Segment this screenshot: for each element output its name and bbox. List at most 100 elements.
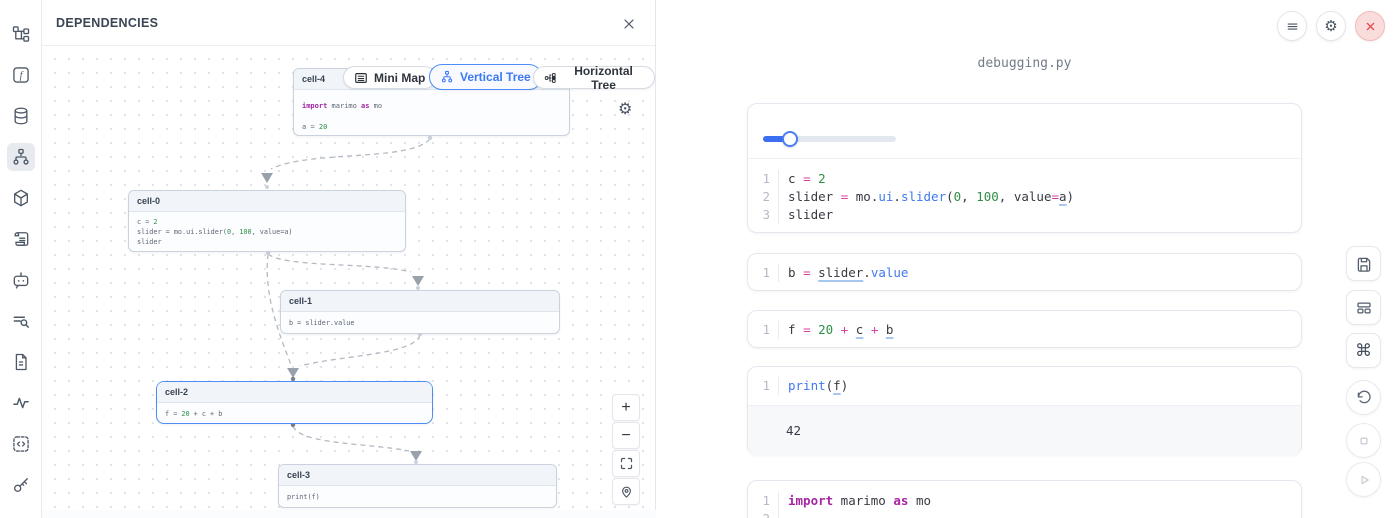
- notebook-filename[interactable]: debugging.py: [747, 56, 1302, 71]
- node-code-line: print(f): [287, 491, 548, 503]
- node-code-line: f = 20 + c + b: [165, 408, 424, 420]
- run-all-button[interactable]: [1346, 462, 1381, 497]
- layout-panels-icon: [1355, 299, 1373, 317]
- sidebar-item-tracing[interactable]: [7, 389, 35, 417]
- line-number: 1: [748, 170, 778, 188]
- notebook-cell: 1print(f) 42: [747, 366, 1302, 455]
- graph-node-cell-0[interactable]: cell-0 c = 2 slider = mo.ui.slider(0, 10…: [128, 190, 406, 252]
- shutdown-button[interactable]: [1355, 11, 1385, 41]
- sidebar-item-scratchpad[interactable]: [7, 512, 35, 518]
- sidebar-item-file-explorer[interactable]: [7, 20, 35, 48]
- notebook-settings-button[interactable]: ⚙: [1316, 11, 1346, 41]
- graph-node-cell-2-selected[interactable]: cell-2 f = 20 + c + b: [156, 381, 433, 424]
- marimo-app: f: [0, 0, 1400, 518]
- sidebar-item-documentation[interactable]: [7, 225, 35, 253]
- notebook-cell: 1import marimo as mo 2: [747, 480, 1302, 518]
- line-number: 1: [748, 264, 778, 282]
- code-line[interactable]: import marimo as mo: [778, 492, 1301, 510]
- notebook-cell: 1c = 2 2slider = mo.ui.slider(0, 100, va…: [747, 103, 1302, 233]
- horizontal-tree-button[interactable]: Horizontal Tree: [533, 66, 655, 89]
- cell-output-area: [748, 104, 1301, 158]
- list-search-icon: [11, 311, 31, 331]
- horizontal-tree-label: Horizontal Tree: [563, 64, 644, 92]
- function-icon: f: [11, 65, 31, 85]
- fit-view-button[interactable]: [612, 450, 640, 477]
- vertical-tree-label: Vertical Tree: [460, 70, 531, 84]
- hamburger-menu-icon: [1285, 19, 1300, 34]
- line-number: 3: [748, 206, 778, 224]
- code-line[interactable]: f = 20 + c + b: [778, 321, 1301, 339]
- cell-console-output: 42: [748, 405, 1301, 455]
- save-button[interactable]: [1346, 246, 1381, 281]
- code-line[interactable]: print(f): [778, 377, 1301, 395]
- graph-node-cell-3[interactable]: cell-3 print(f): [278, 464, 557, 508]
- activity-pulse-icon: [11, 393, 31, 413]
- mini-map-button[interactable]: Mini Map: [343, 66, 436, 89]
- map-pin-icon: [619, 484, 634, 499]
- zoom-out-button[interactable]: −: [612, 422, 640, 449]
- sidebar-item-files[interactable]: [7, 348, 35, 376]
- chat-bot-icon: [11, 270, 31, 290]
- vertical-tree-icon: [440, 70, 454, 84]
- sidebar-item-secrets[interactable]: [7, 471, 35, 499]
- code-line[interactable]: b = slider.value: [778, 264, 1301, 282]
- sidebar-item-chat[interactable]: [7, 266, 35, 294]
- slider-handle[interactable]: [782, 131, 798, 147]
- line-number: 2: [748, 510, 778, 518]
- sidebar-item-functions[interactable]: f: [7, 61, 35, 89]
- sidebar-item-dependencies[interactable]: [7, 143, 35, 171]
- keyboard-shortcuts-button[interactable]: ⌘: [1346, 333, 1381, 368]
- sidebar-item-packages[interactable]: [7, 184, 35, 212]
- zoom-in-button[interactable]: +: [612, 394, 640, 421]
- mini-map-icon: [354, 71, 368, 85]
- graph-settings-gear-icon[interactable]: ⚙: [618, 102, 632, 118]
- layout-select-button[interactable]: [1346, 290, 1381, 325]
- code-editor: 1c = 2 2slider = mo.ui.slider(0, 100, va…: [748, 158, 1301, 234]
- lock-viewport-button[interactable]: [612, 478, 640, 505]
- close-panel-button[interactable]: [619, 14, 639, 34]
- code-line[interactable]: slider = mo.ui.slider(0, 100, value=a): [778, 188, 1301, 206]
- node-title: cell-1: [281, 291, 559, 312]
- sidebar-item-logs[interactable]: [7, 307, 35, 335]
- gear-icon: ⚙: [1324, 19, 1337, 34]
- minus-icon: −: [621, 427, 630, 445]
- dependency-graph-canvas[interactable]: cell-4 import marimo as mo a = 20 cell-0…: [42, 46, 655, 510]
- node-code-line: import marimo as mo: [302, 96, 561, 117]
- notebook-cell: 1f = 20 + c + b: [747, 310, 1302, 348]
- sidebar: f: [0, 0, 42, 518]
- code-editor: 1f = 20 + c + b: [748, 311, 1301, 349]
- sidebar-item-snippets[interactable]: [7, 430, 35, 458]
- code-line[interactable]: slider: [778, 206, 1301, 224]
- dependencies-panel-header: DEPENDENCIES: [42, 0, 655, 46]
- slider-widget[interactable]: [763, 131, 896, 147]
- code-line[interactable]: c = 2: [778, 170, 1301, 188]
- undo-button[interactable]: [1346, 380, 1381, 415]
- panel-title: DEPENDENCIES: [56, 16, 158, 30]
- interrupt-button[interactable]: [1346, 423, 1381, 458]
- line-number: 2: [748, 188, 778, 206]
- panel-bottom-strip: [0, 510, 656, 518]
- file-tree-icon: [11, 24, 31, 44]
- line-number: 1: [748, 321, 778, 339]
- graph-node-cell-1[interactable]: cell-1 b = slider.value: [280, 290, 560, 334]
- line-number: 1: [748, 492, 778, 510]
- sidebar-item-datasources[interactable]: [7, 102, 35, 130]
- stop-square-icon: [1355, 432, 1373, 450]
- dependency-graph-icon: [11, 147, 31, 167]
- node-title: cell-0: [129, 191, 405, 212]
- node-code-line: b = slider.value: [289, 317, 551, 329]
- vertical-tree-button[interactable]: Vertical Tree: [429, 64, 542, 90]
- mini-map-label: Mini Map: [374, 71, 425, 85]
- code-editor: 1print(f): [748, 367, 1301, 405]
- undo-arrow-icon: [1355, 389, 1373, 407]
- scroll-icon: [11, 229, 31, 249]
- node-title: cell-2: [157, 382, 432, 403]
- notebook-menu-button[interactable]: [1277, 11, 1307, 41]
- play-icon: [1355, 471, 1373, 489]
- database-icon: [11, 106, 31, 126]
- node-title: cell-3: [279, 465, 556, 486]
- code-editor: 1import marimo as mo 2: [748, 481, 1301, 518]
- node-code-line: c = 2: [137, 217, 397, 227]
- svg-text:f: f: [19, 71, 23, 82]
- code-line[interactable]: [778, 510, 1301, 518]
